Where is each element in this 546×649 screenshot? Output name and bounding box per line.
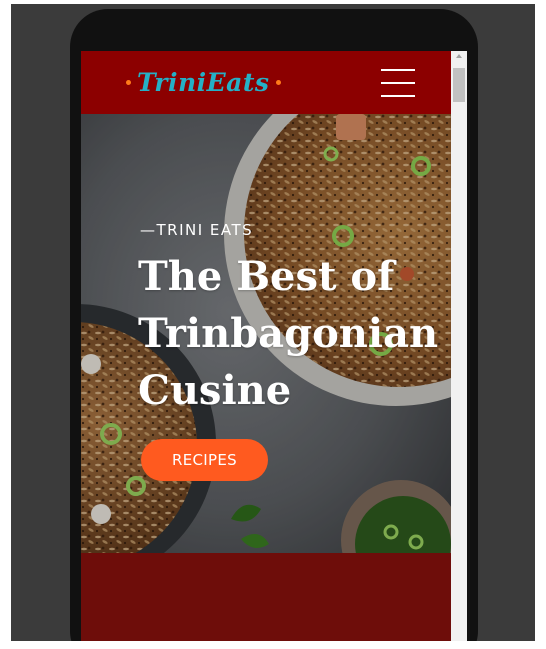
scrollbar-thumb[interactable]	[453, 68, 465, 102]
hero-section: —TRINI EATS The Best of Trinbagonian Cus…	[81, 114, 451, 553]
menu-bar-middle	[381, 82, 415, 84]
preview-backdrop: TriniEats —TRINI EATS The Best of Trinba…	[11, 4, 535, 641]
logo-dot-right	[275, 79, 281, 85]
scrollbar[interactable]	[451, 51, 467, 641]
logo-text: TriniEats	[137, 67, 270, 97]
logo-dot-left	[126, 79, 131, 85]
phone-screen[interactable]: TriniEats —TRINI EATS The Best of Trinba…	[81, 51, 467, 641]
recipes-button[interactable]: RECIPES	[141, 439, 268, 481]
navbar: TriniEats	[81, 51, 451, 114]
hamburger-menu-icon[interactable]	[381, 67, 415, 99]
menu-bar-top	[381, 69, 415, 71]
menu-bar-bottom	[381, 95, 415, 97]
logo[interactable]: TriniEats	[126, 65, 281, 99]
hero-eyebrow: —TRINI EATS	[140, 221, 254, 239]
hero-title: The Best of Trinbagonian Cusine	[138, 253, 439, 414]
scroll-up-arrow-icon[interactable]	[456, 54, 462, 58]
